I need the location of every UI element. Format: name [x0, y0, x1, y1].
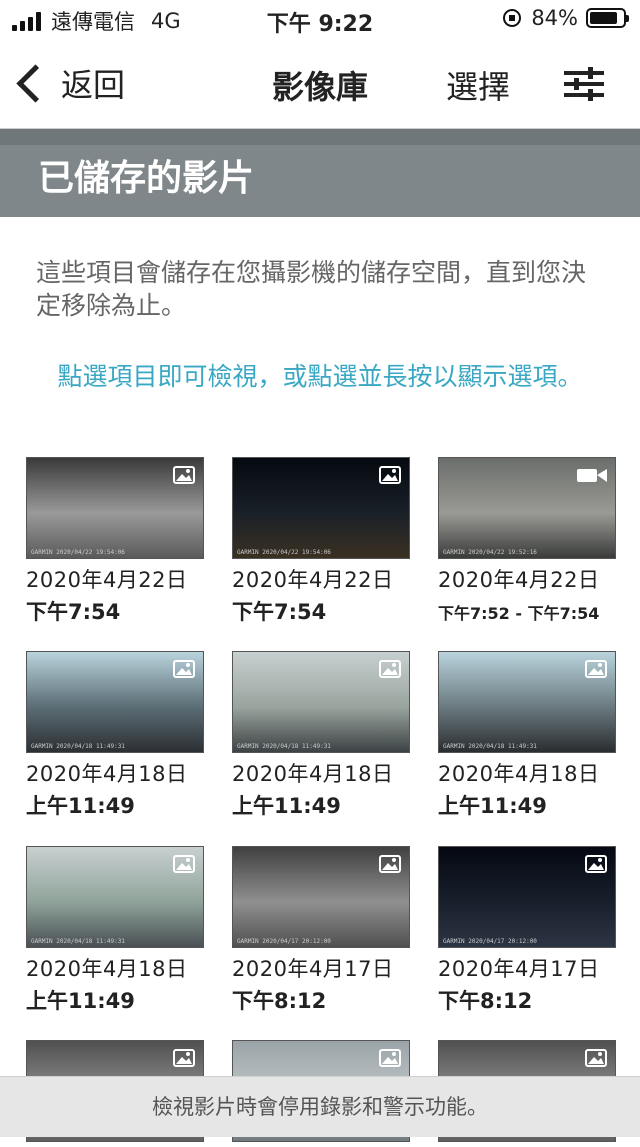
- media-item[interactable]: GARMIN 2020/04/22 19:52:16 2020年4月22日下午7:…: [438, 457, 618, 624]
- item-time: 下午7:52 - 下午7:54: [438, 604, 600, 623]
- media-thumbnail[interactable]: GARMIN 2020/04/22 19:54:06: [232, 457, 410, 559]
- photo-icon: [173, 466, 195, 484]
- media-thumbnail[interactable]: GARMIN 2020/04/17 20:12:00: [232, 846, 410, 948]
- photo-icon: [379, 660, 401, 678]
- item-time: 上午11:49: [232, 794, 341, 818]
- select-button[interactable]: 選擇: [446, 62, 510, 108]
- item-date: 2020年4月18日: [438, 762, 600, 786]
- photo-icon: [173, 1049, 195, 1067]
- thumbnail-caption: GARMIN 2020/04/17 20:12:00: [237, 938, 331, 945]
- media-thumbnail[interactable]: GARMIN 2020/04/22 19:52:16: [438, 457, 616, 559]
- item-time: 上午11:49: [438, 794, 547, 818]
- media-thumbnail[interactable]: GARMIN 2020/04/18 11:49:31: [26, 846, 204, 948]
- status-bar: 遠傳電信 4G 下午 9:22 84%: [0, 0, 640, 40]
- status-right: 84%: [503, 6, 629, 30]
- media-thumbnail[interactable]: GARMIN 2020/04/18 11:49:31: [26, 651, 204, 753]
- photo-icon: [173, 660, 195, 678]
- media-thumbnail[interactable]: GARMIN 2020/04/18 11:49:31: [438, 651, 616, 753]
- item-date: 2020年4月22日: [438, 568, 600, 592]
- thumbnail-caption: GARMIN 2020/04/18 11:49:31: [443, 743, 537, 750]
- item-time: 下午8:12: [232, 989, 327, 1013]
- battery-percent: 84%: [531, 6, 578, 30]
- photo-icon: [585, 855, 607, 873]
- hint-text: 點選項目即可檢視，或點選並長按以顯示選項。: [57, 362, 583, 391]
- item-time: 下午7:54: [26, 600, 121, 624]
- footer-notice: 檢視影片時會停用錄影和警示功能。: [0, 1076, 640, 1137]
- media-item[interactable]: GARMIN 2020/04/18 11:49:31 2020年4月18日 上午11…: [26, 651, 206, 820]
- item-date: 2020年4月18日: [232, 762, 394, 786]
- item-time: 上午11:49: [26, 794, 135, 818]
- item-date: 2020年4月17日: [232, 957, 394, 981]
- media-item[interactable]: GARMIN 2020/04/18 11:49:31 2020年4月18日 上午11…: [26, 846, 206, 1015]
- photo-icon: [379, 466, 401, 484]
- thumbnail-caption: GARMIN 2020/04/22 19:54:06: [237, 549, 331, 556]
- item-date: 2020年4月22日: [26, 568, 188, 592]
- thumbnail-caption: GARMIN 2020/04/18 11:49:31: [237, 743, 331, 750]
- media-thumbnail[interactable]: GARMIN 2020/04/18 11:49:31: [232, 651, 410, 753]
- item-time: 下午8:12: [438, 989, 533, 1013]
- back-label: 返回: [61, 66, 126, 104]
- photo-icon: [173, 855, 195, 873]
- orientation-lock-icon: [503, 9, 522, 27]
- battery-icon: [586, 8, 629, 28]
- sliders-icon[interactable]: [562, 66, 606, 102]
- description-text: 這些項目會儲存在您攝影機的儲存空間，直到您決定移除為止。: [36, 258, 587, 320]
- navigation-bar: 返回 影像庫 選擇: [0, 40, 640, 129]
- photo-icon: [379, 855, 401, 873]
- thumbnail-caption: GARMIN 2020/04/18 11:49:31: [31, 938, 125, 945]
- item-time: 下午7:54: [232, 600, 327, 624]
- media-thumbnail[interactable]: GARMIN 2020/04/17 20:12:00: [438, 846, 616, 948]
- media-item[interactable]: GARMIN 2020/04/17 20:12:00 2020年4月17日 下午8:…: [232, 846, 412, 1015]
- photo-icon: [585, 660, 607, 678]
- item-date: 2020年4月18日: [26, 957, 188, 981]
- thumbnail-caption: GARMIN 2020/04/18 11:49:31: [31, 743, 125, 750]
- media-item[interactable]: GARMIN 2020/04/18 11:49:31 2020年4月18日 上午11…: [232, 651, 412, 820]
- video-icon: [577, 469, 607, 482]
- photo-icon: [585, 1049, 607, 1067]
- media-item[interactable]: GARMIN 2020/04/22 19:54:06 2020年4月22日 下午7:…: [232, 457, 412, 626]
- section-title: 已儲存的影片: [38, 158, 255, 199]
- chevron-left-icon: [16, 63, 55, 103]
- item-date: 2020年4月17日: [438, 957, 600, 981]
- back-button[interactable]: 返回: [14, 60, 125, 106]
- item-date: 2020年4月22日: [232, 568, 394, 592]
- media-item[interactable]: GARMIN 2020/04/18 11:49:31 2020年4月18日 上午11…: [438, 651, 618, 820]
- media-item[interactable]: GARMIN 2020/04/17 20:12:00 2020年4月17日 下午8:…: [438, 846, 618, 1015]
- item-time: 上午11:49: [26, 989, 135, 1013]
- item-date: 2020年4月18日: [26, 762, 188, 786]
- media-thumbnail[interactable]: GARMIN 2020/04/22 19:54:06: [26, 457, 204, 559]
- media-item[interactable]: GARMIN 2020/04/22 19:54:06 2020年4月22日 下午7:…: [26, 457, 206, 626]
- thumbnail-caption: GARMIN 2020/04/17 20:12:00: [443, 938, 537, 945]
- thumbnail-caption: GARMIN 2020/04/22 19:52:16: [443, 549, 537, 556]
- photo-icon: [379, 1049, 401, 1067]
- section-header: 已儲存的影片: [0, 129, 640, 217]
- thumbnail-caption: GARMIN 2020/04/22 19:54:06: [31, 549, 125, 556]
